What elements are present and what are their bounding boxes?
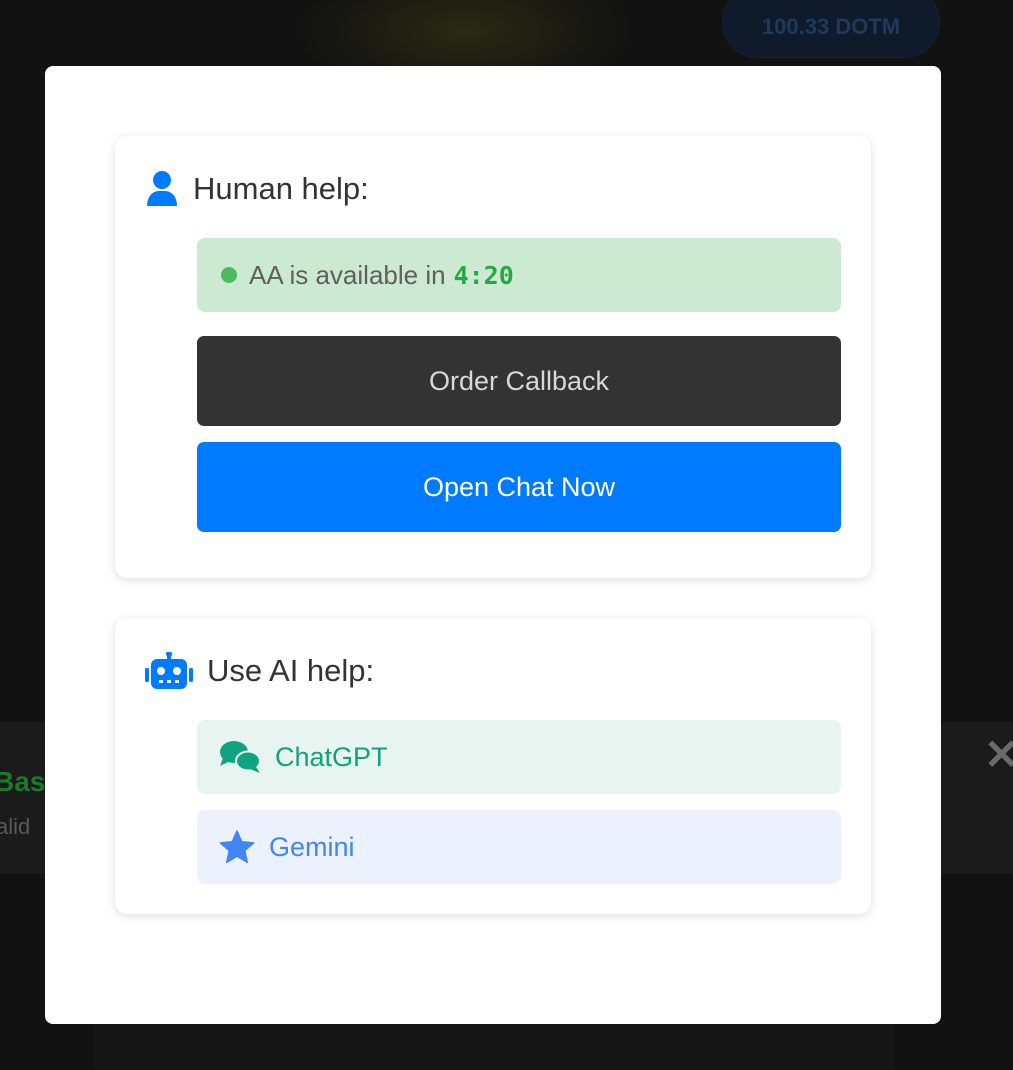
status-dot-icon	[221, 267, 237, 283]
balance-badge: 100.33 DOTM	[722, 0, 940, 58]
status-text: AA is available in	[249, 259, 446, 290]
order-callback-button[interactable]: Order Callback	[197, 336, 841, 426]
comments-icon	[219, 740, 261, 774]
gemini-label: Gemini	[269, 831, 355, 862]
ai-help-title: Use AI help:	[207, 653, 375, 688]
status-countdown: 4:20	[453, 260, 514, 290]
help-modal: Human help: AA is available in 4:20 Orde…	[45, 66, 941, 1024]
open-chat-button[interactable]: Open Chat Now	[197, 442, 841, 532]
human-help-card: Human help: AA is available in 4:20 Orde…	[115, 136, 871, 578]
star-icon	[219, 830, 255, 864]
banner-subtitle: alid	[0, 814, 31, 839]
background-panel	[93, 1020, 893, 1070]
human-help-header: Human help:	[145, 170, 369, 208]
ai-help-card: Use AI help: ChatGPT Gemini	[115, 618, 871, 914]
robot-icon	[145, 652, 193, 690]
gemini-option[interactable]: Gemini	[197, 810, 841, 884]
chatgpt-option[interactable]: ChatGPT	[197, 720, 841, 794]
user-icon	[145, 170, 179, 208]
availability-status: AA is available in 4:20	[197, 238, 841, 312]
ai-help-header: Use AI help:	[145, 652, 374, 690]
human-help-title: Human help:	[193, 171, 369, 206]
chatgpt-label: ChatGPT	[275, 741, 388, 772]
close-icon: ✕	[984, 731, 1013, 778]
